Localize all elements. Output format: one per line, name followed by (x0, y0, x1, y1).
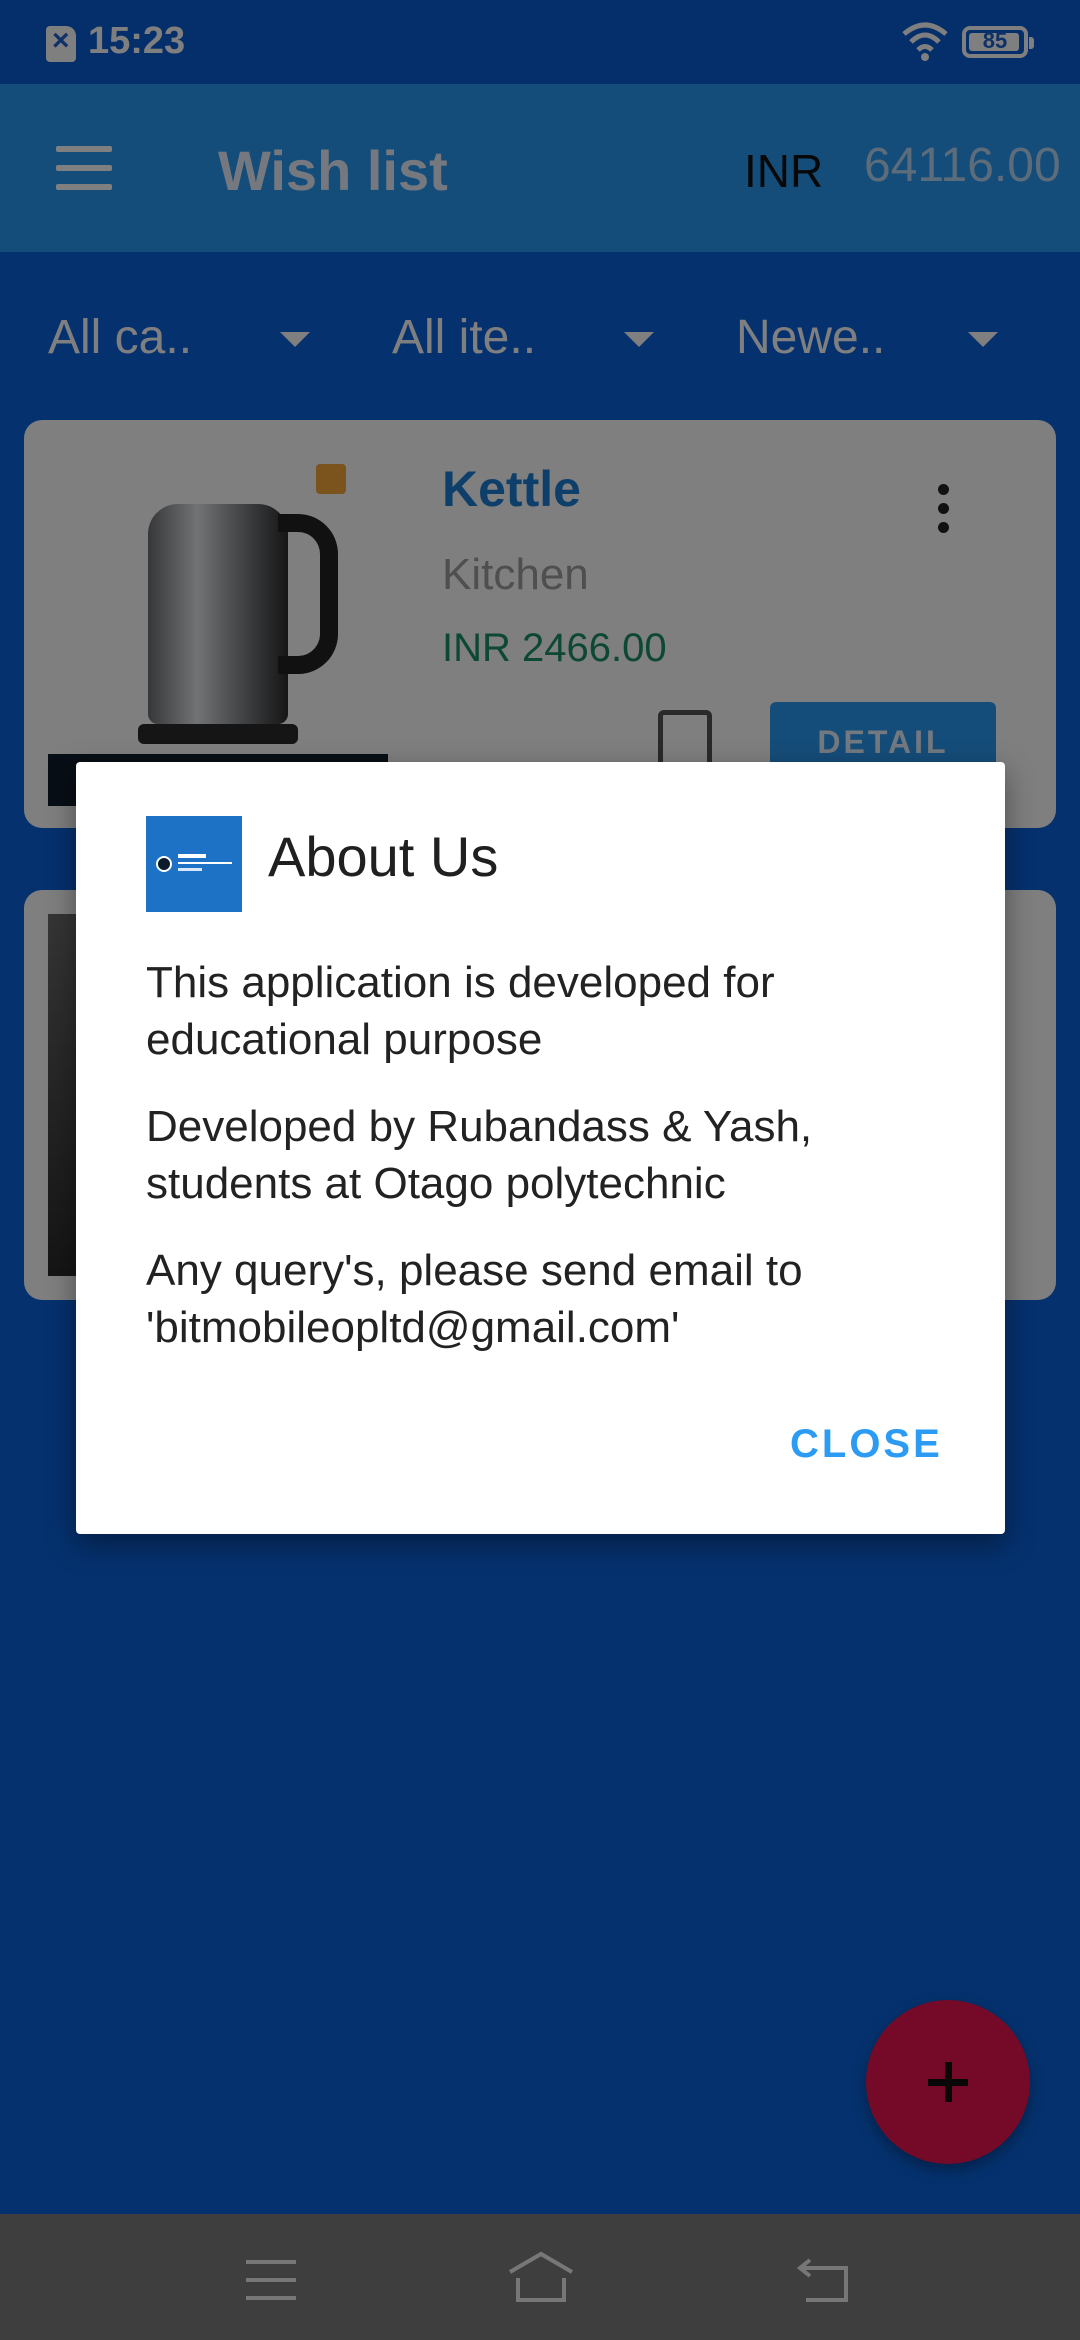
dialog-paragraph: Developed by Rubandass & Yash, students … (146, 1102, 813, 1208)
app-logo (146, 816, 242, 912)
dialog-paragraph: This application is developed for educat… (146, 958, 775, 1064)
about-dialog: About Us This application is developed f… (76, 762, 1005, 1534)
dialog-title: About Us (268, 825, 499, 888)
close-button[interactable]: CLOSE (790, 1422, 943, 1467)
dialog-paragraph: Any query's, please send email to 'bitmo… (146, 1246, 803, 1352)
